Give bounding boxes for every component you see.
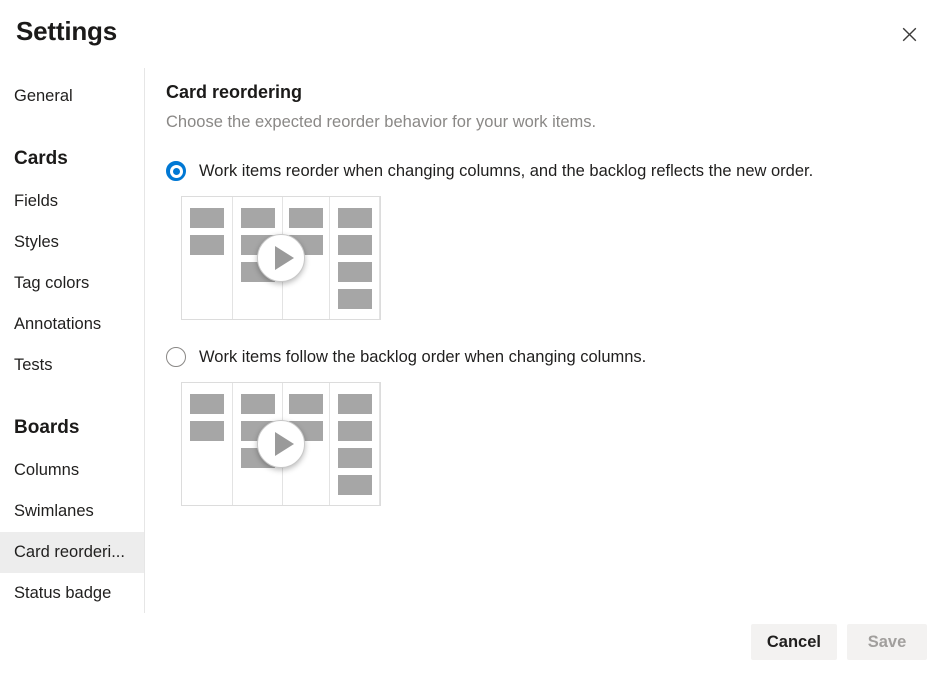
board-card xyxy=(338,475,372,495)
board-column xyxy=(182,197,233,319)
sidebar-item-annotations[interactable]: Annotations xyxy=(0,304,144,345)
sidebar-item-general[interactable]: General xyxy=(0,76,144,117)
settings-content: Card reordering Choose the expected reor… xyxy=(146,68,943,613)
sidebar-item-styles[interactable]: Styles xyxy=(0,222,144,263)
board-card xyxy=(338,289,372,309)
sidebar-group-cards: Cards xyxy=(0,145,144,173)
sidebar-item-tag-colors[interactable]: Tag colors xyxy=(0,263,144,304)
board-card xyxy=(338,262,372,282)
radio-option-follow-backlog[interactable]: Work items follow the backlog order when… xyxy=(166,346,919,368)
radio-option-reorder-new-order[interactable]: Work items reorder when changing columns… xyxy=(166,160,919,182)
play-triangle xyxy=(275,432,294,456)
settings-sidebar: General Cards Fields Styles Tag colors A… xyxy=(0,68,145,613)
sidebar-group-boards: Boards xyxy=(0,414,144,442)
dialog-body: General Cards Fields Styles Tag colors A… xyxy=(0,68,943,613)
illustration-follow-backlog xyxy=(181,382,381,506)
board-card xyxy=(338,235,372,255)
dialog-header: Settings xyxy=(0,0,943,68)
cancel-button[interactable]: Cancel xyxy=(751,624,837,660)
board-card xyxy=(289,208,323,228)
section-title: Card reordering xyxy=(166,80,919,104)
dialog-footer: Cancel Save xyxy=(0,613,943,678)
illustration-reorder-new-order xyxy=(181,196,381,320)
radio-option-label: Work items reorder when changing columns… xyxy=(199,160,813,182)
close-button[interactable] xyxy=(889,16,929,52)
board-card xyxy=(338,448,372,468)
sidebar-item-swimlanes[interactable]: Swimlanes xyxy=(0,491,144,532)
board-column xyxy=(330,383,380,505)
sidebar-item-card-reordering[interactable]: Card reorderi... xyxy=(0,532,144,573)
sidebar-item-columns[interactable]: Columns xyxy=(0,450,144,491)
play-icon[interactable] xyxy=(257,420,305,468)
close-icon xyxy=(902,27,917,42)
sidebar-item-tests[interactable]: Tests xyxy=(0,345,144,386)
play-icon[interactable] xyxy=(257,234,305,282)
radio-button-selected[interactable] xyxy=(166,161,186,181)
save-button[interactable]: Save xyxy=(847,624,927,660)
sidebar-item-fields[interactable]: Fields xyxy=(0,181,144,222)
board-card xyxy=(190,421,224,441)
board-card xyxy=(190,208,224,228)
board-column xyxy=(182,383,233,505)
footer-button-group: Cancel Save xyxy=(751,624,927,660)
board-card xyxy=(241,394,275,414)
sidebar-item-status-badge[interactable]: Status badge xyxy=(0,573,144,614)
board-column xyxy=(330,197,380,319)
board-card xyxy=(338,421,372,441)
board-card xyxy=(190,394,224,414)
radio-option-label: Work items follow the backlog order when… xyxy=(199,346,646,368)
board-card xyxy=(241,208,275,228)
board-card xyxy=(289,394,323,414)
radio-button-unselected[interactable] xyxy=(166,347,186,367)
board-card xyxy=(338,394,372,414)
board-card xyxy=(338,208,372,228)
board-card xyxy=(190,235,224,255)
page-title: Settings xyxy=(16,16,117,47)
section-subtitle: Choose the expected reorder behavior for… xyxy=(166,111,919,133)
play-triangle xyxy=(275,246,294,270)
